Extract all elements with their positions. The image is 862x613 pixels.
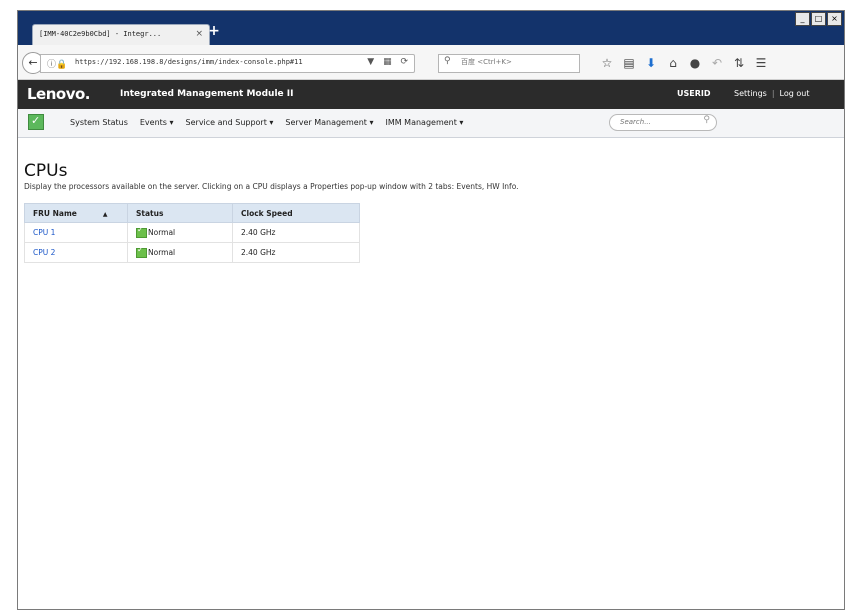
tab-close-icon[interactable]: × xyxy=(195,29,203,39)
fru-cell: CPU 1 xyxy=(24,222,128,243)
logout-link[interactable]: Log out xyxy=(780,89,810,98)
shield-icon[interactable]: ▼ xyxy=(367,57,374,67)
fru-cell: CPU 2 xyxy=(24,242,128,263)
clock-cell: 2.40 GHz xyxy=(232,222,360,243)
status-text: Normal xyxy=(148,247,176,257)
search-icon[interactable]: ⚲ xyxy=(703,115,710,125)
sort-asc-icon: ▲ xyxy=(102,210,108,218)
settings-link[interactable]: Settings xyxy=(734,89,767,98)
qr-icon[interactable]: ▦ xyxy=(383,57,392,67)
page-description: Display the processors available on the … xyxy=(24,182,519,191)
url-actions: ▼ ▦ ⟳ xyxy=(361,57,408,67)
header-links: Settings | Log out xyxy=(734,89,809,98)
column-label: FRU Name xyxy=(33,208,77,218)
menu-system-status[interactable]: System Status xyxy=(70,118,128,127)
search-icon: ⚲ xyxy=(444,56,451,66)
column-clock-speed[interactable]: Clock Speed xyxy=(232,203,360,223)
status-home-icon[interactable] xyxy=(28,114,44,130)
browser-toolbar: ☆ ▤ ⬇ ⌂ ● ↶ ⇅ ☰ xyxy=(596,54,772,72)
url-text: https://192.168.198.8/designs/imm/index-… xyxy=(75,58,303,66)
table-row: CPU 1 Normal 2.40 GHz xyxy=(24,222,360,243)
menu-imm-management[interactable]: IMM Management ▾ xyxy=(385,118,463,127)
status-cell: Normal xyxy=(127,242,233,263)
status-ok-icon xyxy=(136,225,147,238)
main-menu: System Status Events ▾ Service and Suppo… xyxy=(18,109,844,138)
column-fru-name[interactable]: FRU Name ▲ xyxy=(24,203,128,223)
download-icon[interactable]: ⬇ xyxy=(640,54,662,72)
window-controls: _ □ × xyxy=(794,12,842,26)
app-search-box[interactable]: ⚲ xyxy=(609,114,717,131)
maximize-button[interactable]: □ xyxy=(811,12,826,26)
clock-cell: 2.40 GHz xyxy=(232,242,360,263)
menu-icon[interactable]: ☰ xyxy=(750,54,772,72)
menu-items: System Status Events ▾ Service and Suppo… xyxy=(70,118,475,127)
app-search-input[interactable] xyxy=(618,117,692,127)
column-status[interactable]: Status xyxy=(127,203,233,223)
menu-service-support[interactable]: Service and Support ▾ xyxy=(186,118,274,127)
new-tab-button[interactable]: + xyxy=(207,24,221,38)
reading-list-icon[interactable]: ▤ xyxy=(618,54,640,72)
product-name: Integrated Management Module II xyxy=(120,89,294,99)
title-bar: [IMM-40C2e9b0Cbd] - Integr... × + _ □ × xyxy=(18,11,844,46)
status-cell: Normal xyxy=(127,222,233,243)
browser-tab[interactable]: [IMM-40C2e9b0Cbd] - Integr... × xyxy=(32,24,210,46)
url-bar[interactable]: ⓘ🔒 https://192.168.198.8/designs/imm/ind… xyxy=(40,54,415,73)
app-header: Lenovo. Integrated Management Module II … xyxy=(18,80,844,109)
bookmark-star-icon[interactable]: ☆ xyxy=(596,54,618,72)
close-window-button[interactable]: × xyxy=(827,12,842,26)
cpu-link[interactable]: CPU 2 xyxy=(33,248,55,257)
lenovo-logo: Lenovo. xyxy=(27,85,91,103)
tab-title: [IMM-40C2e9b0Cbd] - Integr... xyxy=(39,30,162,38)
browser-search-box[interactable]: ⚲ xyxy=(438,54,583,73)
site-identity-icon[interactable]: ⓘ🔒 xyxy=(47,57,67,70)
menu-server-management[interactable]: Server Management ▾ xyxy=(285,118,373,127)
table-header-row: FRU Name ▲ Status Clock Speed xyxy=(24,203,360,223)
home-icon[interactable]: ⌂ xyxy=(662,54,684,72)
page-title: CPUs xyxy=(24,161,68,181)
main-content: CPUs Display the processors available on… xyxy=(24,151,834,263)
undo-icon[interactable]: ↶ xyxy=(706,54,728,72)
menu-events[interactable]: Events ▾ xyxy=(140,118,174,127)
sync-icon[interactable]: ⇅ xyxy=(728,54,750,72)
table-row: CPU 2 Normal 2.40 GHz xyxy=(24,242,360,263)
chat-icon[interactable]: ● xyxy=(684,54,706,72)
user-id: USERID xyxy=(677,89,711,98)
status-text: Normal xyxy=(148,227,176,237)
browser-search-input[interactable] xyxy=(459,57,583,67)
header-separator: | xyxy=(771,89,775,98)
cpu-link[interactable]: CPU 1 xyxy=(33,228,55,237)
status-ok-icon xyxy=(136,245,147,258)
cpu-table: FRU Name ▲ Status Clock Speed CPU 1 Norma… xyxy=(24,203,360,263)
minimize-button[interactable]: _ xyxy=(795,12,810,26)
browser-window: [IMM-40C2e9b0Cbd] - Integr... × + _ □ × … xyxy=(17,10,845,610)
browser-navbar: ← ⓘ🔒 https://192.168.198.8/designs/imm/i… xyxy=(18,45,844,80)
reload-icon[interactable]: ⟳ xyxy=(400,57,408,67)
